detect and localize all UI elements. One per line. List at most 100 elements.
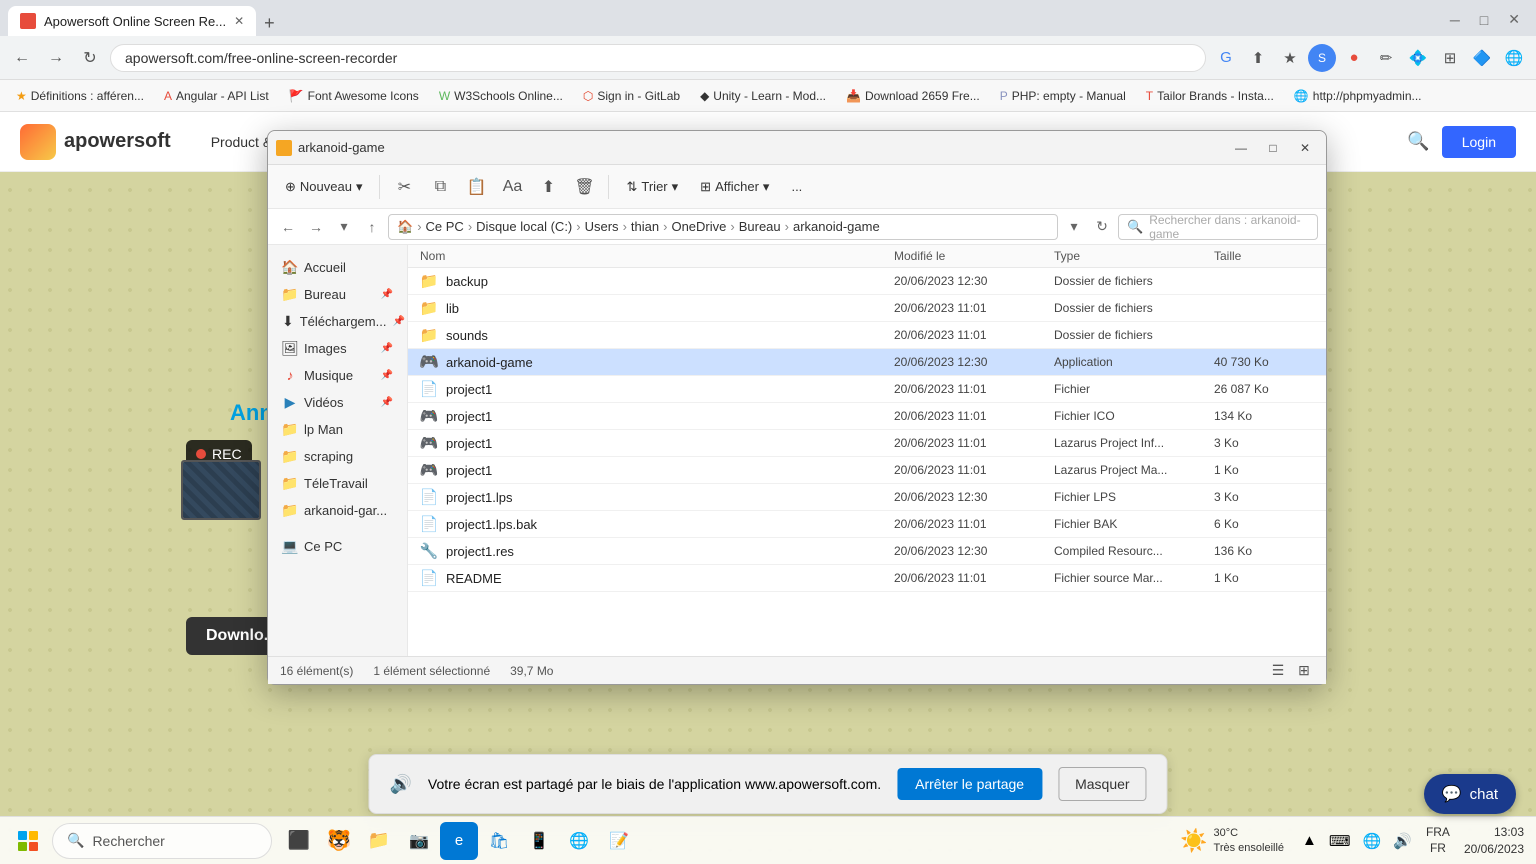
bookmark-phpmyadmin[interactable]: 🌐 http://phpmyadmin...: [1286, 87, 1430, 105]
bookmark-php[interactable]: P PHP: empty - Manual: [992, 87, 1134, 105]
address-input[interactable]: [110, 44, 1206, 72]
extension-icon4[interactable]: 💠: [1404, 44, 1432, 72]
toolbar-sort-button[interactable]: ⇅ Trier ▾: [617, 174, 687, 200]
sidebar-item-musique[interactable]: ♪ Musique 📌: [272, 362, 403, 388]
explorer-close[interactable]: ✕: [1292, 138, 1318, 158]
stop-sharing-button[interactable]: Arrêter le partage: [897, 768, 1042, 800]
taskbar-explorer-icon[interactable]: 📁: [360, 822, 398, 860]
hide-sharing-button[interactable]: Masquer: [1058, 767, 1146, 801]
sidebar-item-accueil[interactable]: 🏠 Accueil: [272, 254, 403, 280]
table-row[interactable]: 📄 README 20/06/2023 11:01 Fichier source…: [408, 565, 1326, 592]
network-icon[interactable]: 🌐: [1359, 830, 1386, 852]
toolbar-view-button[interactable]: ⊞ Afficher ▾: [691, 174, 778, 200]
taskbar-clock[interactable]: 13:03 20/06/2023: [1460, 824, 1528, 858]
table-row[interactable]: 🎮 project1 20/06/2023 11:01 Fichier ICO …: [408, 403, 1326, 430]
refresh-button[interactable]: ↻: [76, 44, 104, 72]
sidebar-item-lpman[interactable]: 📁 lp Man: [272, 416, 403, 442]
explorer-refresh-button[interactable]: ↻: [1090, 215, 1114, 239]
toolbar-copy-button[interactable]: ⧉: [424, 171, 456, 203]
table-row[interactable]: 📁 lib 20/06/2023 11:01 Dossier de fichie…: [408, 295, 1326, 322]
new-tab-button[interactable]: +: [258, 13, 281, 34]
language-indicator[interactable]: FRA FR: [1422, 825, 1454, 856]
sidebar-item-images[interactable]: 🖼 Images 📌: [272, 335, 403, 361]
breadcrumb-onedrive[interactable]: OneDrive: [671, 219, 726, 234]
explorer-search-box[interactable]: 🔍 Rechercher dans : arkanoid-game: [1118, 214, 1318, 240]
start-button[interactable]: [8, 821, 48, 861]
explorer-minimize[interactable]: —: [1228, 138, 1254, 158]
header-search-icon[interactable]: 🔍: [1407, 131, 1429, 152]
toolbar-paste-button[interactable]: 📋: [460, 171, 492, 203]
table-row[interactable]: 🎮 arkanoid-game 20/06/2023 12:30 Applica…: [408, 349, 1326, 376]
sidebar-item-videos[interactable]: ▶ Vidéos 📌: [272, 389, 403, 415]
table-row[interactable]: 📄 project1 20/06/2023 11:01 Fichier 26 0…: [408, 376, 1326, 403]
bookmark-tailor[interactable]: T Tailor Brands - Insta...: [1138, 87, 1282, 105]
bookmark-download[interactable]: 📥 Download 2659 Fre...: [838, 87, 988, 105]
sidebar-item-bureau[interactable]: 📁 Bureau 📌: [272, 281, 403, 307]
explorer-forward-button[interactable]: →: [304, 215, 328, 239]
chat-button[interactable]: 💬 chat: [1424, 774, 1516, 814]
taskbar-widgets-icon[interactable]: ⬛: [280, 822, 318, 860]
explorer-up-button[interactable]: ▾: [332, 215, 356, 239]
bookmark-icon[interactable]: ★: [1276, 44, 1304, 72]
sidebar-item-cepc[interactable]: 💻 Ce PC: [272, 533, 403, 559]
table-row[interactable]: 🔧 project1.res 20/06/2023 12:30 Compiled…: [408, 538, 1326, 565]
breadcrumb-users[interactable]: Users: [585, 219, 619, 234]
table-row[interactable]: 📁 sounds 20/06/2023 11:01 Dossier de fic…: [408, 322, 1326, 349]
toolbar-cut-button[interactable]: ✂: [388, 171, 420, 203]
browser-minimize[interactable]: ─: [1442, 8, 1468, 32]
breadcrumb-arkanoid[interactable]: arkanoid-game: [793, 219, 880, 234]
share-icon[interactable]: ⬆: [1244, 44, 1272, 72]
browser-close[interactable]: ✕: [1500, 7, 1528, 32]
browser-maximize[interactable]: □: [1472, 8, 1496, 32]
tray-expand-icon[interactable]: ▲: [1298, 830, 1321, 851]
extension-icon5[interactable]: ⊞: [1436, 44, 1464, 72]
bookmark-gitlab[interactable]: ⬡ Sign in - GitLab: [575, 87, 688, 105]
toolbar-new-button[interactable]: ⊕ Nouveau ▾: [276, 174, 371, 200]
toolbar-share-button[interactable]: ⬆: [532, 171, 564, 203]
bookmark-fontawesome[interactable]: 🚩 Font Awesome Icons: [281, 87, 427, 105]
sidebar-item-scraping[interactable]: 📁 scraping: [272, 443, 403, 469]
grid-view-button[interactable]: ⊞: [1294, 661, 1314, 681]
taskbar-search-box[interactable]: 🔍 Rechercher: [52, 823, 272, 859]
sidebar-item-arkanoid[interactable]: 📁 arkanoid-gar...: [272, 497, 403, 523]
taskbar-phone-icon[interactable]: 📱: [520, 822, 558, 860]
explorer-maximize[interactable]: □: [1260, 138, 1286, 158]
weather-widget[interactable]: ☀️ 30°C Très ensoleillé: [1180, 826, 1284, 855]
taskbar-chrome-icon[interactable]: 🌐: [560, 822, 598, 860]
taskbar-browser2-icon[interactable]: e: [440, 822, 478, 860]
breadcrumb-disque[interactable]: Disque local (C:): [476, 219, 572, 234]
toolbar-more-button[interactable]: ...: [782, 174, 811, 199]
forward-button[interactable]: →: [42, 44, 70, 72]
breadcrumb-bureau[interactable]: Bureau: [739, 219, 781, 234]
list-view-button[interactable]: ☰: [1268, 661, 1288, 681]
bookmark-w3schools[interactable]: W W3Schools Online...: [431, 87, 571, 105]
bookmark-angular[interactable]: A Angular - API List: [156, 87, 277, 105]
extension-icon6[interactable]: 🔷: [1468, 44, 1496, 72]
apowersoft-logo[interactable]: apowersoft: [20, 124, 171, 160]
tab-close-button[interactable]: ✕: [234, 14, 244, 28]
breadcrumb-dropdown-button[interactable]: ▾: [1062, 215, 1086, 239]
explorer-back-button[interactable]: ←: [276, 215, 300, 239]
google-icon[interactable]: G: [1212, 44, 1240, 72]
toolbar-rename-button[interactable]: Aa: [496, 171, 528, 203]
extension-icon3[interactable]: ✏: [1372, 44, 1400, 72]
taskbar-notes-icon[interactable]: 📝: [600, 822, 638, 860]
taskbar-browser1-icon[interactable]: 🐯: [320, 822, 358, 860]
back-button[interactable]: ←: [8, 44, 36, 72]
table-row[interactable]: 🎮 project1 20/06/2023 11:01 Lazarus Proj…: [408, 430, 1326, 457]
keyboard-icon[interactable]: ⌨: [1325, 830, 1355, 852]
bookmark-definitions[interactable]: ★ Définitions : afféren...: [8, 87, 152, 105]
table-row[interactable]: 🎮 project1 20/06/2023 11:01 Lazarus Proj…: [408, 457, 1326, 484]
extension-icon1[interactable]: S: [1308, 44, 1336, 72]
sound-icon[interactable]: 🔊: [1389, 830, 1416, 852]
breadcrumb-thian[interactable]: thian: [631, 219, 659, 234]
taskbar-app1-icon[interactable]: 📷: [400, 822, 438, 860]
table-row[interactable]: 📁 backup 20/06/2023 12:30 Dossier de fic…: [408, 268, 1326, 295]
breadcrumb-cepc[interactable]: Ce PC: [426, 219, 464, 234]
extension-icon2[interactable]: ●: [1340, 44, 1368, 72]
taskbar-store-icon[interactable]: 🛍: [480, 822, 518, 860]
extension-icon7[interactable]: 🌐: [1500, 44, 1528, 72]
sidebar-item-teletravail[interactable]: 📁 TéleTravail: [272, 470, 403, 496]
table-row[interactable]: 📄 project1.lps 20/06/2023 12:30 Fichier …: [408, 484, 1326, 511]
active-tab[interactable]: Apowersoft Online Screen Re... ✕: [8, 6, 256, 36]
